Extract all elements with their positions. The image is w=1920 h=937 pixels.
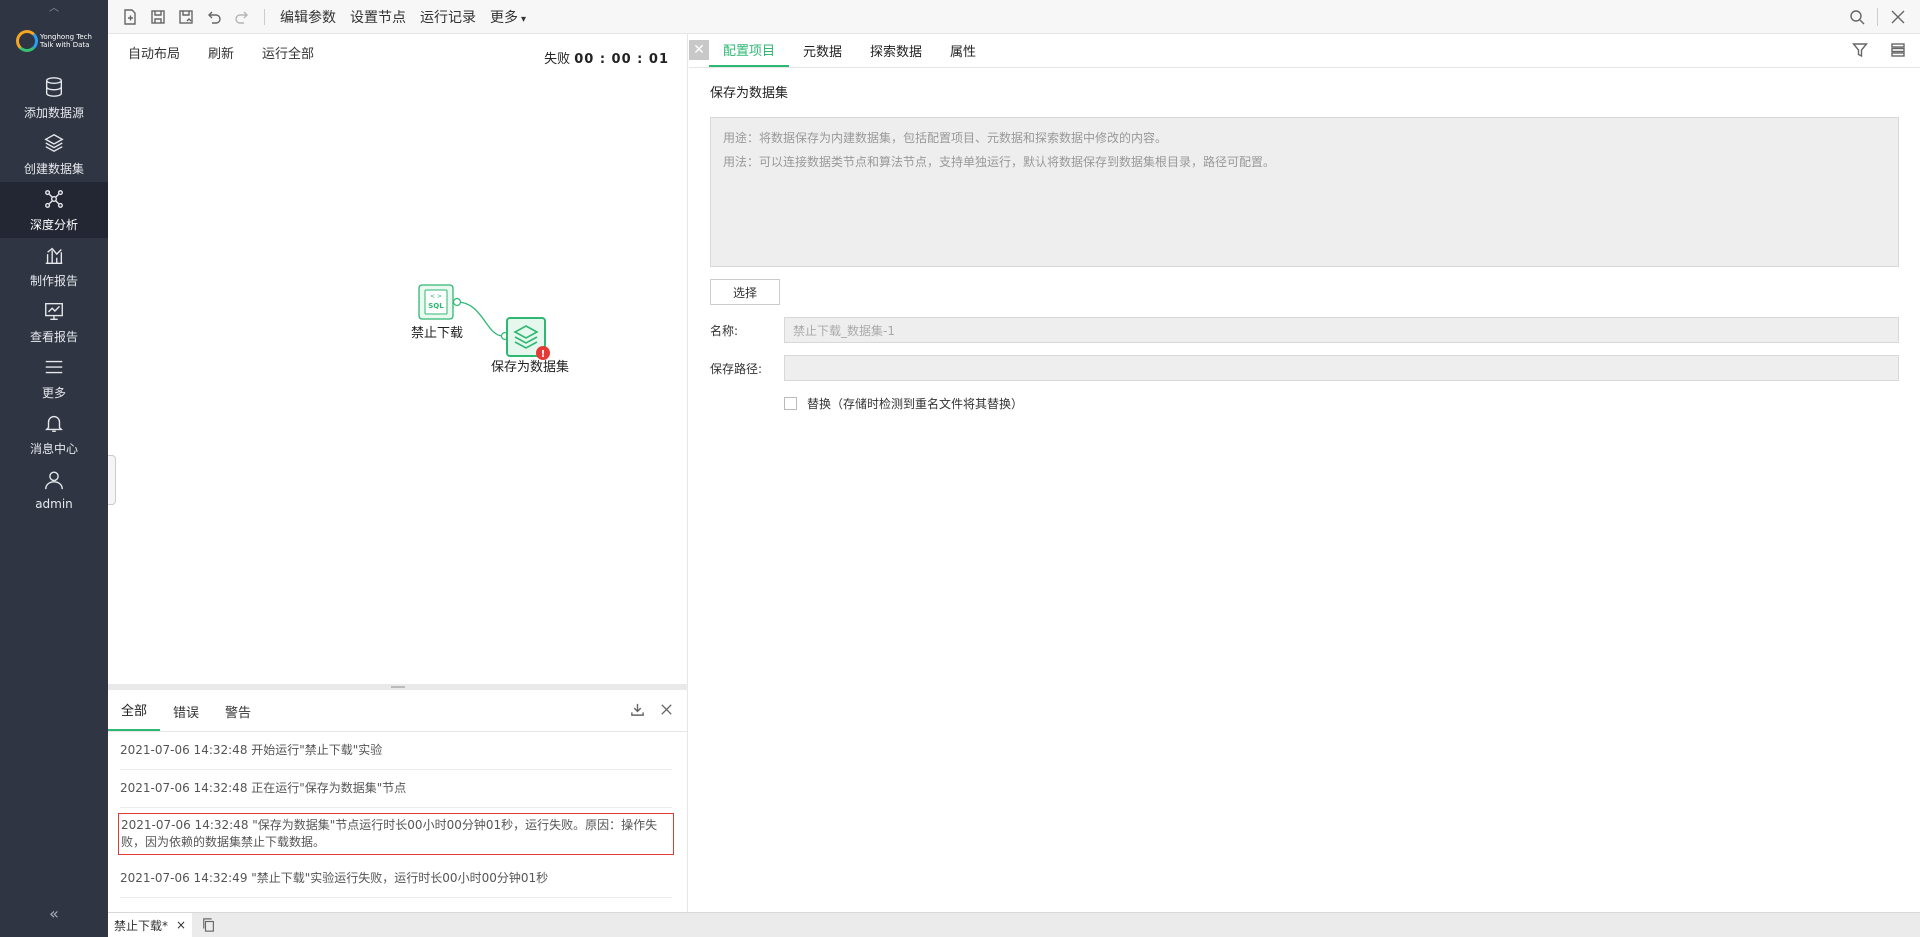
- path-row: 保存路径:: [710, 355, 1899, 381]
- replace-checkbox[interactable]: [784, 397, 797, 410]
- output-port[interactable]: [452, 297, 462, 307]
- log-panel: 全部 错误 警告 2021-07-06 14:32:48 开始运行"禁止下载"实…: [108, 690, 688, 912]
- list-view-icon[interactable]: [1890, 42, 1906, 58]
- sidebar-item-label: 更多: [41, 385, 66, 400]
- close-panel-icon[interactable]: ✕: [689, 40, 709, 60]
- sidebar-item-add-datasource[interactable]: 添加数据源: [0, 70, 108, 126]
- node-sql-source[interactable]: SQL < >: [418, 284, 454, 320]
- tab-properties[interactable]: 属性: [936, 34, 990, 67]
- download-icon[interactable]: [630, 702, 645, 717]
- replace-option: 替换（存储时检测到重名文件将其替换）: [784, 395, 1899, 412]
- sidebar-collapse-button[interactable]: «: [0, 904, 108, 923]
- sidebar-item-label: 添加数据源: [23, 105, 84, 120]
- node-label-source: 禁止下载: [411, 326, 464, 341]
- logo: Yonghong Tech Talk with Data: [0, 12, 108, 70]
- scroll-up-icon[interactable]: ︿: [0, 0, 108, 14]
- name-row: 名称: 禁止下载_数据集-1: [710, 317, 1899, 343]
- user-icon: [45, 471, 63, 490]
- svg-text:SQL: SQL: [428, 302, 444, 310]
- flow-edge: [456, 301, 504, 337]
- sidebar: ︿ Yonghong Tech Talk with Data 添加数据源 创建数…: [0, 0, 108, 937]
- refresh-button[interactable]: 刷新: [196, 43, 246, 62]
- node-label-target: 保存为数据集: [491, 360, 570, 375]
- layers-icon: [44, 133, 64, 152]
- bottom-tab-bar: 禁止下载* ×: [108, 912, 1920, 937]
- node-config-panel: ✕ 配置项目 元数据 探索数据 属性 保存为数据集 用途：将数据保存为内建数据集…: [689, 34, 1920, 912]
- section-title: 保存为数据集: [710, 86, 789, 101]
- sidebar-item-label: 制作报告: [29, 273, 78, 288]
- sidebar-item-label: 创建数据集: [23, 161, 84, 176]
- svg-text:< >: < >: [430, 293, 442, 300]
- log-tab-warnings[interactable]: 警告: [212, 702, 264, 731]
- run-status: 失败 00 : 00 : 01: [544, 52, 669, 67]
- canvas-toolbar: 自动布局 刷新 运行全部 失败 00 : 00 : 01: [108, 34, 687, 70]
- bell-icon: [45, 415, 63, 432]
- node-save-dataset[interactable]: !: [506, 317, 550, 360]
- sidebar-item-label: admin: [35, 497, 73, 511]
- description-box: 用途：将数据保存为内建数据集，包括配置项目、元数据和探索数据中修改的内容。 用法…: [710, 117, 1899, 267]
- log-list: 2021-07-06 14:32:48 开始运行"禁止下载"实验 2021-07…: [108, 732, 688, 898]
- toolbar-divider: [264, 8, 265, 25]
- network-icon: [45, 189, 63, 208]
- sidebar-item-user[interactable]: admin: [0, 462, 108, 518]
- sidebar-item-make-report[interactable]: 制作报告: [0, 238, 108, 294]
- monitor-icon: [45, 302, 63, 320]
- logo-mark-icon: [15, 30, 38, 52]
- set-node-button[interactable]: 设置节点: [343, 7, 413, 27]
- log-tab-all[interactable]: 全部: [108, 700, 161, 731]
- tab-experiment[interactable]: 禁止下载* ×: [108, 912, 193, 937]
- log-row: 2021-07-06 14:32:48 正在运行"保存为数据集"节点: [120, 770, 672, 808]
- sidebar-item-create-dataset[interactable]: 创建数据集: [0, 126, 108, 182]
- chart-icon: [45, 247, 63, 264]
- tab-explore-data[interactable]: 探索数据: [856, 34, 936, 67]
- panel-expand-handle[interactable]: [108, 455, 116, 505]
- experiment-workspace: 自动布局 刷新 运行全部 失败 00 : 00 : 01 SQL < > ! 禁…: [108, 34, 688, 912]
- replace-label: 替换（存储时检测到重名文件将其替换）: [807, 397, 1024, 411]
- filter-icon[interactable]: [1852, 42, 1868, 58]
- undo-icon[interactable]: [200, 0, 228, 34]
- run-log-button[interactable]: 运行记录: [413, 7, 483, 27]
- menu-icon: [45, 360, 63, 373]
- tab-metadata[interactable]: 元数据: [789, 34, 856, 67]
- log-tab-errors[interactable]: 错误: [160, 702, 212, 731]
- log-row: 2021-07-06 14:32:49 "禁止下载"实验运行失败，运行时长00小…: [120, 860, 672, 898]
- sidebar-item-label: 深度分析: [29, 217, 78, 232]
- database-icon: [45, 76, 63, 97]
- top-toolbar: 编辑参数 设置节点 运行记录 更多 ▾: [108, 0, 1920, 34]
- flow-canvas[interactable]: SQL < > ! 禁止下载 保存为数据集: [108, 70, 688, 686]
- tab-config[interactable]: 配置项目: [709, 34, 790, 67]
- close-icon[interactable]: [659, 702, 674, 717]
- new-file-icon[interactable]: [116, 0, 144, 34]
- save-icon[interactable]: [144, 0, 172, 34]
- sidebar-item-view-report[interactable]: 查看报告: [0, 294, 108, 350]
- sidebar-item-label: 消息中心: [29, 441, 78, 456]
- chevron-down-icon: ▾: [521, 13, 527, 25]
- more-menu-button[interactable]: 更多 ▾: [483, 7, 533, 27]
- edit-params-button[interactable]: 编辑参数: [273, 7, 343, 27]
- copy-icon[interactable]: [202, 918, 216, 932]
- search-icon[interactable]: [1843, 0, 1871, 34]
- flow-edges: SQL < > !: [418, 284, 550, 360]
- log-row: 2021-07-06 14:32:48 开始运行"禁止下载"实验: [120, 732, 672, 770]
- close-icon[interactable]: [1884, 0, 1912, 34]
- redo-icon[interactable]: [228, 0, 256, 34]
- path-field[interactable]: [784, 355, 1899, 381]
- path-label: 保存路径:: [710, 361, 763, 376]
- sidebar-item-messages[interactable]: 消息中心: [0, 406, 108, 462]
- save-as-icon[interactable]: [172, 0, 200, 34]
- sidebar-item-label: 查看报告: [29, 329, 78, 344]
- close-icon[interactable]: ×: [176, 918, 186, 932]
- sidebar-item-more[interactable]: 更多: [0, 350, 108, 406]
- run-all-button[interactable]: 运行全部: [250, 43, 326, 62]
- auto-layout-button[interactable]: 自动布局: [116, 43, 192, 62]
- name-label: 名称:: [710, 323, 739, 338]
- log-row-error: 2021-07-06 14:32:48 "保存为数据集"节点运行时长00小时00…: [118, 813, 674, 855]
- sidebar-item-deep-analysis[interactable]: 深度分析: [0, 182, 108, 238]
- log-tabs: 全部 错误 警告: [108, 690, 688, 732]
- config-tabs: ✕ 配置项目 元数据 探索数据 属性: [689, 34, 1920, 68]
- name-field[interactable]: 禁止下载_数据集-1: [784, 317, 1899, 343]
- select-button[interactable]: 选择: [710, 279, 780, 305]
